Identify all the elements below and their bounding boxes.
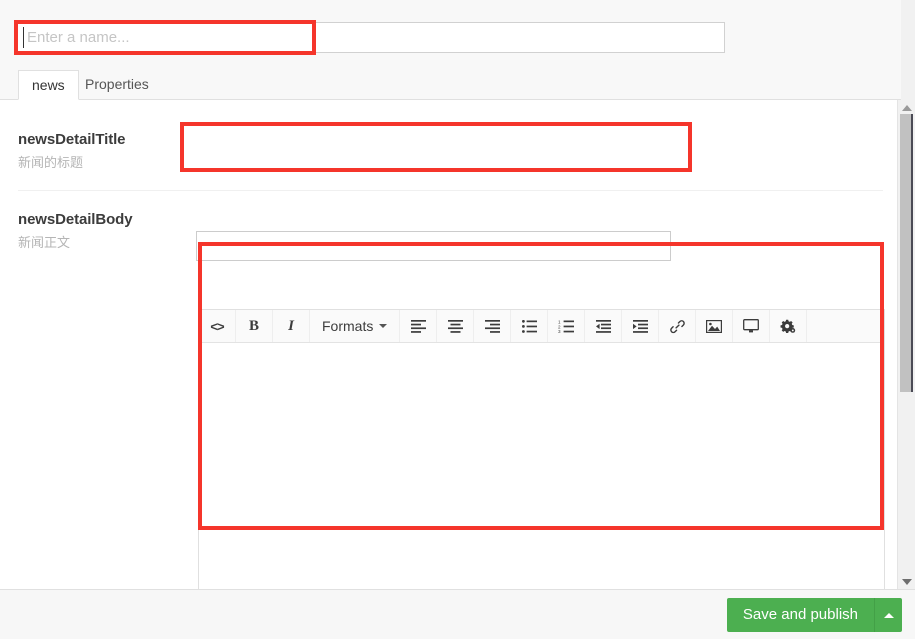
- field-name-body: newsDetailBody: [18, 211, 133, 228]
- scroll-up-caret-up-icon[interactable]: [898, 100, 915, 115]
- node-name-input[interactable]: [16, 22, 725, 53]
- insert-link-icon[interactable]: [659, 310, 697, 342]
- editor-toolbar: <> B I Formats 1 2 3: [199, 310, 884, 343]
- align-left-icon[interactable]: [400, 310, 438, 342]
- svg-text:3: 3: [558, 329, 561, 333]
- align-right-icon[interactable]: [474, 310, 512, 342]
- insert-media-icon[interactable]: [733, 310, 771, 342]
- text-cursor: [23, 27, 24, 48]
- insert-image-icon[interactable]: [696, 310, 734, 342]
- vertical-scrollbar[interactable]: [897, 100, 915, 589]
- editor-footer: Save and publish: [0, 589, 915, 639]
- field-row-title: newsDetailTitle 新闻的标题: [0, 100, 901, 190]
- formats-label: Formats: [322, 318, 374, 334]
- outdent-icon[interactable]: [585, 310, 623, 342]
- source-code-icon[interactable]: <>: [199, 310, 236, 342]
- properties-scroll-pane: newsDetailTitle 新闻的标题 newsDetailBody 新闻正…: [0, 100, 901, 589]
- tab-news[interactable]: news: [18, 70, 79, 100]
- news-detail-title-input[interactable]: [196, 231, 671, 261]
- field-label-body: newsDetailBody 新闻正文: [18, 211, 183, 251]
- italic-icon[interactable]: I: [273, 310, 310, 342]
- rich-text-editor: <> B I Formats 1 2 3: [198, 309, 885, 589]
- bullet-list-icon[interactable]: [511, 310, 549, 342]
- field-description-title: 新闻的标题: [18, 156, 84, 171]
- indent-icon[interactable]: [622, 310, 660, 342]
- numbered-list-icon[interactable]: 1 2 3: [548, 310, 586, 342]
- tab-properties[interactable]: Properties: [72, 70, 162, 100]
- macro-settings-icon[interactable]: [770, 310, 808, 342]
- rich-text-editor-body[interactable]: [199, 344, 884, 589]
- formats-dropdown-button[interactable]: Formats: [310, 310, 401, 342]
- bold-icon[interactable]: B: [236, 310, 273, 342]
- save-and-publish-button[interactable]: Save and publish: [726, 598, 874, 632]
- field-label-title: newsDetailTitle 新闻的标题: [18, 131, 183, 171]
- align-center-icon[interactable]: [437, 310, 475, 342]
- content-editor-page: news Properties newsDetailTitle 新闻的标题 ne…: [0, 0, 915, 639]
- editor-header: [0, 0, 901, 66]
- scrollbar-thumb[interactable]: [900, 114, 913, 392]
- scroll-down-caret-down-icon[interactable]: [898, 574, 915, 589]
- save-button-group: Save and publish: [726, 598, 902, 632]
- field-name-title: newsDetailTitle: [18, 131, 126, 148]
- save-options-caret-up-icon[interactable]: [874, 598, 902, 632]
- tab-bar: news Properties: [0, 66, 901, 100]
- field-description-body: 新闻正文: [18, 236, 71, 251]
- chevron-down-icon: [379, 324, 388, 328]
